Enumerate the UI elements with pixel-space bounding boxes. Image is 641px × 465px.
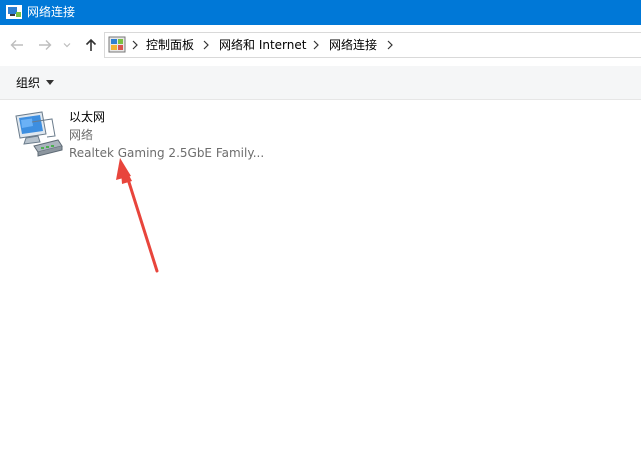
connection-status: 网络 [69, 128, 94, 142]
up-button[interactable] [81, 35, 101, 55]
chevron-right-icon[interactable] [202, 39, 210, 51]
chevron-down-icon [63, 43, 71, 48]
arrow-up-icon [85, 38, 97, 51]
organize-button[interactable]: 组织 [16, 75, 55, 91]
connection-name: 以太网 [69, 110, 106, 124]
connection-item-ethernet[interactable]: 以太网 网络 Realtek Gaming 2.5GbE Family... [12, 108, 272, 164]
back-button[interactable] [7, 35, 27, 55]
chevron-right-icon[interactable] [386, 39, 394, 51]
breadcrumb-network-connections[interactable]: 网络连接 [329, 37, 377, 53]
address-bar[interactable]: 控制面板 网络和 Internet 网络连接 [104, 32, 641, 58]
forward-button[interactable] [35, 35, 55, 55]
title-bar: 网络连接 [0, 0, 641, 25]
arrow-left-icon [10, 40, 23, 50]
arrow-right-icon [39, 40, 52, 50]
connection-device: Realtek Gaming 2.5GbE Family... [69, 146, 265, 160]
command-bar: 组织 [0, 66, 641, 100]
breadcrumb-network-and-internet[interactable]: 网络和 Internet [219, 37, 306, 53]
ethernet-adapter-icon [15, 111, 63, 157]
navigation-bar: 控制面板 网络和 Internet 网络连接 [0, 25, 641, 65]
control-panel-icon [108, 36, 126, 53]
chevron-right-icon[interactable] [312, 39, 320, 51]
connections-list: 以太网 网络 Realtek Gaming 2.5GbE Family... [0, 100, 641, 465]
chevron-right-icon[interactable] [131, 39, 139, 51]
breadcrumb-control-panel[interactable]: 控制面板 [146, 37, 194, 53]
caret-down-icon [46, 80, 55, 85]
window-title: 网络连接 [27, 5, 76, 19]
network-connections-icon [6, 5, 22, 19]
recent-locations-button[interactable] [60, 35, 74, 55]
organize-label: 组织 [16, 76, 41, 90]
